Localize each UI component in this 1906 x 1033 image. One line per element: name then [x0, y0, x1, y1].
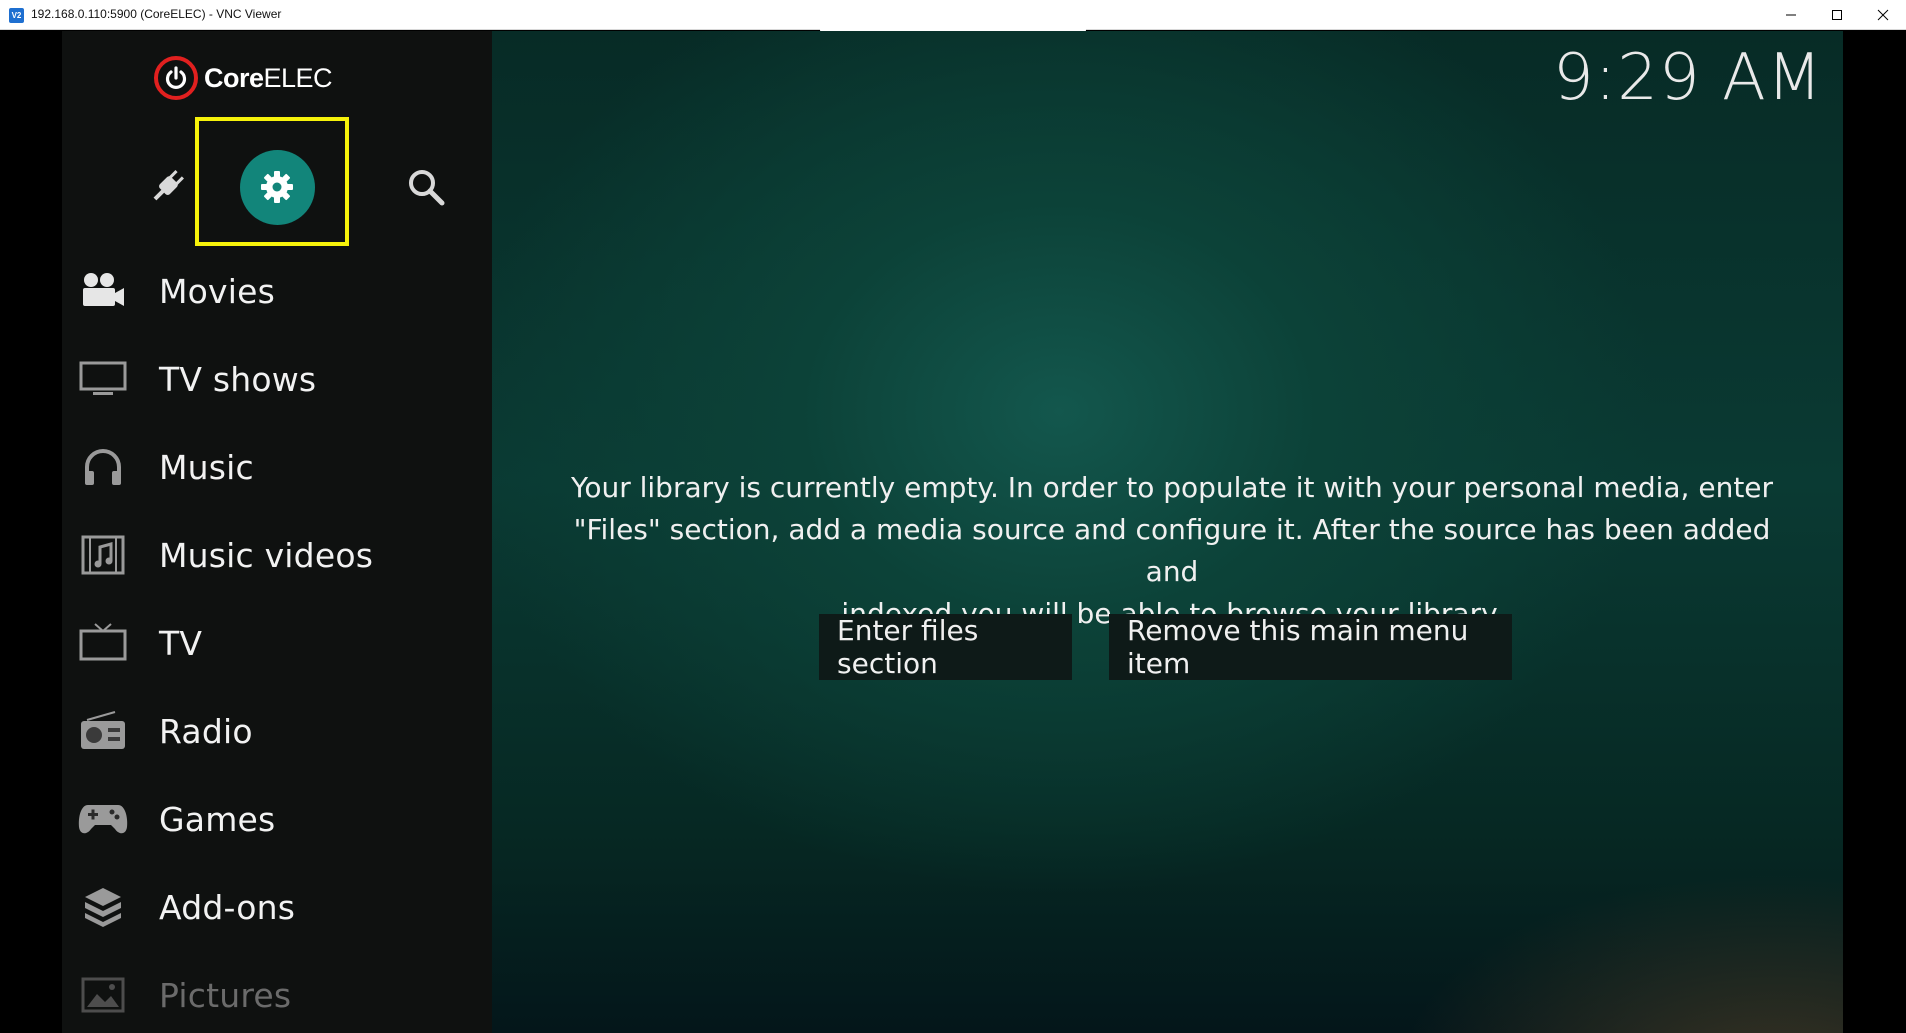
- logo-text-core: Core: [204, 62, 264, 93]
- menu-item-addons[interactable]: Add-ons: [62, 867, 492, 947]
- addons-box-icon: [78, 882, 128, 932]
- music-video-icon: [78, 530, 128, 580]
- menu-item-music-videos[interactable]: Music videos: [62, 515, 492, 595]
- gear-icon: [261, 171, 293, 203]
- menu-item-label: Add-ons: [159, 887, 296, 927]
- vnc-titlebar: V2 192.168.0.110:5900 (CoreELEC) - VNC V…: [0, 0, 1906, 33]
- empty-library-message: Your library is currently empty. In orde…: [552, 467, 1792, 635]
- power-logo-icon: [154, 56, 198, 100]
- vnc-app-icon: V2: [9, 8, 24, 23]
- headphones-icon: [78, 442, 128, 492]
- menu-item-label: Radio: [159, 711, 253, 751]
- window-title: 192.168.0.110:5900 (CoreELEC) - VNC View…: [31, 7, 282, 21]
- gamepad-icon: [78, 794, 128, 844]
- vnc-viewport: CoreELEC Movies TV shows Music Music vid…: [0, 31, 1906, 1033]
- menu-item-label: TV: [159, 623, 203, 663]
- menu-item-games[interactable]: Games: [62, 779, 492, 859]
- message-line-2: "Files" section, add a media source and …: [573, 513, 1771, 588]
- menu-item-label: Movies: [159, 271, 276, 311]
- menu-item-tv-shows[interactable]: TV shows: [62, 339, 492, 419]
- menu-item-label: Music: [159, 447, 254, 487]
- search-button[interactable]: [386, 147, 466, 227]
- movie-camera-icon: [78, 266, 128, 316]
- addons-plug-icon: [153, 170, 184, 201]
- maximize-button[interactable]: [1814, 0, 1860, 30]
- menu-item-label: Games: [159, 799, 276, 839]
- search-icon: [409, 170, 445, 206]
- pictures-icon: [78, 970, 128, 1020]
- close-button[interactable]: [1860, 0, 1906, 30]
- close-icon: [1877, 9, 1889, 21]
- maximize-icon: [1832, 10, 1842, 20]
- coreelec-logo: CoreELEC: [154, 53, 333, 103]
- main-content: 9:29 AM Your library is currently empty.…: [492, 31, 1843, 1033]
- logo-text-elec: ELEC: [263, 62, 333, 93]
- menu-item-radio[interactable]: Radio: [62, 691, 492, 771]
- radio-icon: [78, 706, 128, 756]
- settings-button[interactable]: [237, 147, 317, 227]
- remove-menu-item-button[interactable]: Remove this main menu item: [1109, 614, 1512, 680]
- minimize-icon: [1786, 14, 1796, 16]
- menu-item-label: TV shows: [159, 359, 317, 399]
- minimize-button[interactable]: [1768, 0, 1814, 30]
- message-line-1: Your library is currently empty. In orde…: [570, 471, 1774, 504]
- monitor-icon: [78, 354, 128, 404]
- menu-item-label: Pictures: [159, 975, 292, 1015]
- kodi-screen: CoreELEC Movies TV shows Music Music vid…: [62, 31, 1843, 1033]
- logo-text: CoreELEC: [204, 62, 333, 94]
- menu-item-label: Music videos: [159, 535, 374, 575]
- enter-files-section-button[interactable]: Enter files section: [819, 614, 1072, 680]
- addons-shortcut-button[interactable]: [127, 147, 207, 227]
- settings-circle: [239, 149, 315, 225]
- tv-icon: [78, 618, 128, 668]
- clock: 9:29 AM: [1552, 41, 1823, 115]
- menu-item-pictures[interactable]: Pictures: [62, 955, 492, 1033]
- sidebar: CoreELEC Movies TV shows Music Music vid…: [62, 31, 492, 1033]
- menu-item-tv[interactable]: TV: [62, 603, 492, 683]
- menu-item-movies[interactable]: Movies: [62, 251, 492, 331]
- menu-item-music[interactable]: Music: [62, 427, 492, 507]
